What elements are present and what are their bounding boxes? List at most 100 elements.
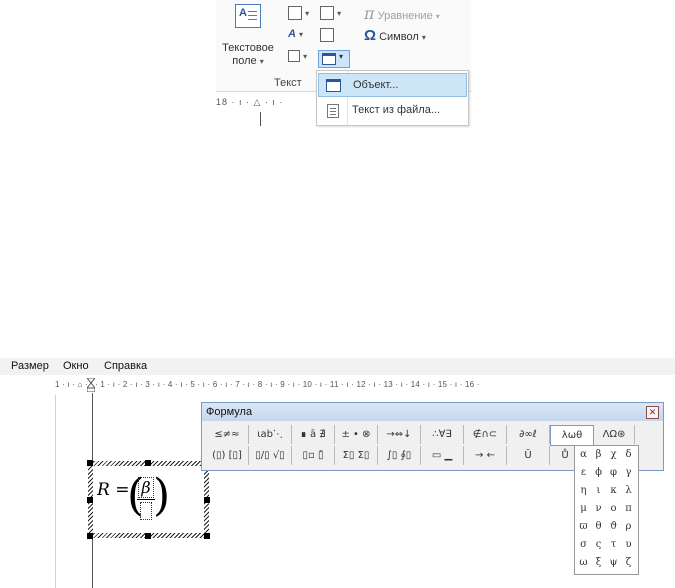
indent-marker-icon[interactable] <box>87 378 95 392</box>
greek-symbol-button[interactable]: υ <box>621 537 636 553</box>
greek-symbol-button[interactable]: η <box>576 483 591 499</box>
quick-parts-button[interactable]: ▾ <box>288 6 309 20</box>
greek-symbol-button[interactable]: ν <box>591 501 606 517</box>
toolbar-title: Формула <box>206 406 253 418</box>
fraction-denominator-slot[interactable] <box>140 502 152 520</box>
labeled-arrows-palette-button[interactable]: → ← <box>464 446 507 465</box>
textbox-button[interactable]: A Текстовое поле ▾ <box>222 4 274 68</box>
resize-handle-n[interactable] <box>145 460 151 466</box>
menu-window[interactable]: Окно <box>63 360 89 372</box>
chevron-down-icon: ▾ <box>303 52 308 61</box>
signature-button[interactable]: ▾ <box>320 6 341 20</box>
logic-palette-button[interactable]: ∴∀∃ <box>421 425 464 444</box>
fractions-radicals-palette-button[interactable]: ▯/▯ √▯ <box>249 446 292 465</box>
greek-symbol-button[interactable]: α <box>576 447 591 463</box>
greek-lowercase-palette-button[interactable]: λωθ <box>550 425 594 446</box>
resize-handle-s[interactable] <box>145 533 151 539</box>
ruler-ticks: 1 · ı · ⌂ · ı · 1 · ı · 2 · ı · 3 · ı · … <box>55 380 480 389</box>
greek-symbol-button[interactable]: θ <box>591 519 606 535</box>
equation-button[interactable]: π Уравнение ▾ <box>364 4 440 23</box>
arrows-palette-button[interactable]: →⇔↓ <box>378 425 421 444</box>
summation-palette-button[interactable]: Σ▯ Σ▯ <box>335 446 378 465</box>
chevron-down-icon: ▾ <box>299 30 304 39</box>
greek-uppercase-palette-button[interactable]: ΛΩ⊛ <box>594 425 635 444</box>
menu-size[interactable]: Размер <box>11 360 49 372</box>
greek-symbol-button[interactable]: β <box>591 447 606 463</box>
chevron-down-icon: ▾ <box>339 52 344 61</box>
resize-handle-se[interactable] <box>204 533 210 539</box>
chevron-down-icon: ▾ <box>337 8 342 18</box>
greek-symbol-button[interactable]: δ <box>621 447 636 463</box>
datetime-button[interactable] <box>320 28 334 42</box>
greek-symbol-button[interactable]: φ <box>606 465 621 481</box>
right-paren: ) <box>153 470 171 521</box>
menu-item-label: Текст из файла... <box>352 104 441 116</box>
embellishments-palette-button[interactable]: ∎ ā ∄ <box>292 425 335 444</box>
greek-symbol-button[interactable]: σ <box>576 537 591 553</box>
sets-palette-button[interactable]: ∉∩⊂ <box>464 425 507 444</box>
datetime-icon <box>320 28 334 42</box>
text-file-icon <box>327 104 339 118</box>
greek-symbol-button[interactable]: ψ <box>606 555 621 571</box>
chevron-down-icon: ▾ <box>305 8 310 18</box>
bars-palette-button[interactable]: ▭ ▁ <box>421 446 464 465</box>
signature-icon <box>320 6 334 20</box>
symbol-button[interactable]: Ω Символ ▾ <box>364 27 426 44</box>
greek-symbol-button[interactable]: ξ <box>591 555 606 571</box>
greek-symbol-button[interactable]: κ <box>606 483 621 499</box>
formula-canvas[interactable]: R = ( β ) <box>93 466 204 533</box>
greek-symbol-button[interactable]: ο <box>606 501 621 517</box>
greek-symbol-button[interactable]: χ <box>606 447 621 463</box>
greek-symbol-button[interactable]: ρ <box>621 519 636 535</box>
misc-symbols-palette-button[interactable]: ∂∞ℓ <box>507 425 550 444</box>
greek-symbol-button[interactable]: μ <box>576 501 591 517</box>
greek-symbol-button[interactable]: ϑ <box>606 519 621 535</box>
pi-icon: π <box>364 4 375 23</box>
fences-palette-button[interactable]: (▯) [▯] <box>206 446 249 465</box>
dropcap-button[interactable]: ▾ <box>288 50 308 63</box>
object-button[interactable]: ▾ <box>318 50 350 68</box>
wordart-button[interactable]: A ▾ <box>288 28 303 40</box>
greek-symbol-button[interactable]: ε <box>576 465 591 481</box>
resize-handle-sw[interactable] <box>87 533 93 539</box>
menu-help[interactable]: Справка <box>104 360 147 372</box>
resize-handle-nw[interactable] <box>87 460 93 466</box>
greek-symbol-button[interactable]: ς <box>591 537 606 553</box>
greek-symbol-button[interactable]: ϖ <box>576 519 591 535</box>
scripts-palette-button[interactable]: ▯▫ ▯̄ <box>292 446 335 465</box>
greek-symbol-button[interactable]: ζ <box>621 555 636 571</box>
menu-item-object[interactable]: Объект... <box>318 73 467 97</box>
formula-object[interactable]: R = ( β ) <box>87 460 210 539</box>
textbox-icon: A <box>235 4 261 28</box>
greek-symbol-button[interactable]: ι <box>591 483 606 499</box>
symbol-label: Символ <box>379 31 419 43</box>
menu-bar: Размер Окно Справка <box>0 358 675 375</box>
greek-symbol-button[interactable]: π <box>621 501 636 517</box>
greek-symbol-button[interactable]: ϕ <box>591 465 606 481</box>
window-object-icon <box>326 79 341 92</box>
chevron-down-icon: ▾ <box>259 57 264 66</box>
chevron-down-icon: ▾ <box>421 33 426 42</box>
dropcap-icon <box>288 50 300 63</box>
products-palette-button[interactable]: Ū <box>507 446 550 465</box>
relations-palette-button[interactable]: ≤≠≈ <box>206 425 249 444</box>
greek-symbol-button[interactable]: τ <box>606 537 621 553</box>
chevron-down-icon: ▾ <box>435 12 440 21</box>
fraction-numerator[interactable]: β <box>138 477 154 498</box>
greek-symbol-button[interactable]: λ <box>621 483 636 499</box>
greek-symbol-button[interactable]: ω <box>576 555 591 571</box>
close-icon[interactable]: ✕ <box>646 406 659 419</box>
margin-line <box>55 395 56 588</box>
horizontal-ruler[interactable]: 1 · ı · ⌂ · ı · 1 · ı · 2 · ı · 3 · ı · … <box>0 378 675 393</box>
resize-handle-e[interactable] <box>204 497 210 503</box>
formula-lhs: R = <box>97 480 130 500</box>
menu-item-text-from-file[interactable]: Текст из файла... <box>318 99 467 123</box>
greek-symbols-palette: αβχδ εϕφγ ηικλ μνοπ ϖθϑρ σςτυ ωξψζ <box>574 445 639 575</box>
mini-ruler: 18 · ı · △ · ı · <box>216 97 284 107</box>
resize-handle-w[interactable] <box>87 497 93 503</box>
toolbar-title-bar[interactable]: Формула ✕ <box>202 403 663 421</box>
spaces-palette-button[interactable]: ⍳ab⋱ <box>249 425 292 444</box>
integrals-palette-button[interactable]: ∫▯ ∮▯ <box>378 446 421 465</box>
operators-palette-button[interactable]: ± • ⊗ <box>335 425 378 444</box>
greek-symbol-button[interactable]: γ <box>621 465 636 481</box>
